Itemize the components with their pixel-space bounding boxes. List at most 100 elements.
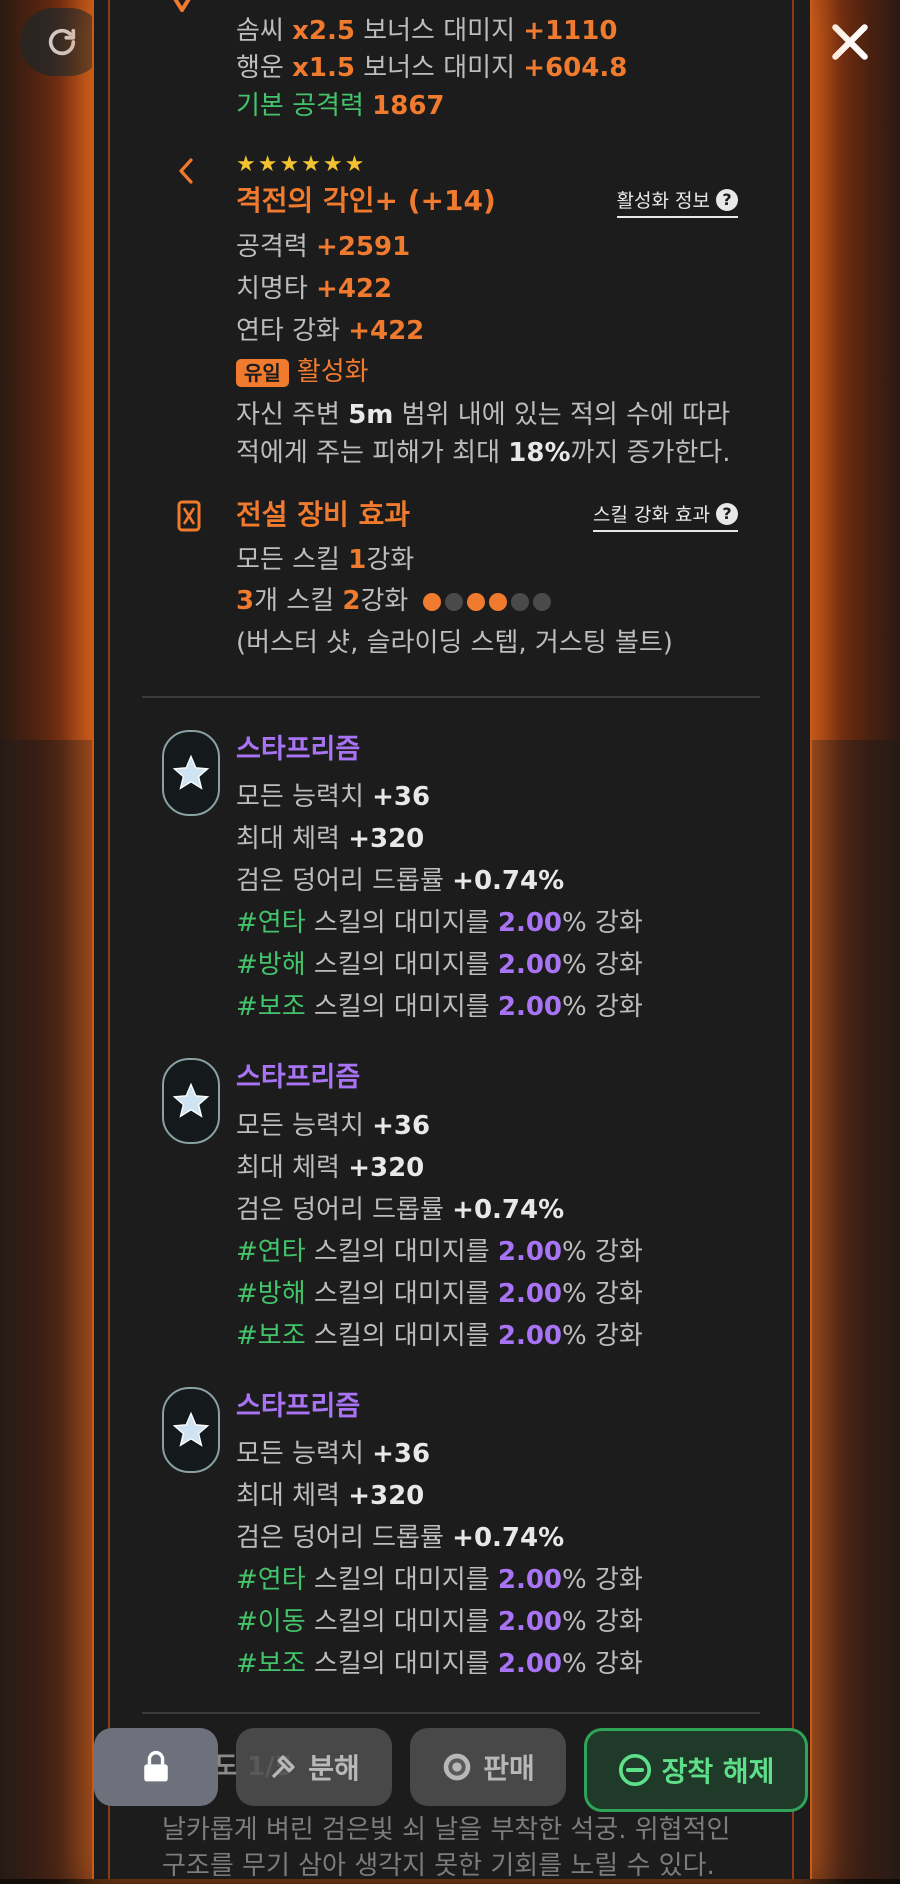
legend-line-all-skills: 모든 스킬 1강화 — [236, 543, 414, 577]
skill-desc: % 강화 — [562, 1237, 643, 1267]
prism-skill-line: #연타 스킬의 대미지를 2.00% 강화 — [236, 1235, 643, 1269]
legend-text: 개 스킬 — [254, 586, 343, 616]
action-bar: 분해 판매 장착 해제 — [0, 1728, 900, 1814]
stat-value: +422 — [348, 316, 425, 346]
stat-value: +320 — [348, 1153, 425, 1183]
stat-line-luck: 행운 x1.5 보너스 대미지 +604.8 — [236, 51, 627, 85]
skill-desc: 스킬의 대미지를 — [305, 950, 498, 980]
skill-tag: #방해 — [236, 1279, 306, 1309]
question-icon: ? — [716, 502, 738, 525]
prism-skill-line: #연타 스킬의 대미지를 2.00% 강화 — [236, 1563, 643, 1597]
skill-tag: #연타 — [236, 1565, 306, 1595]
stat-value: +0.74% — [452, 866, 565, 896]
legend-skill-list: (버스터 샷, 슬라이딩 스텝, 거스팅 볼트) — [236, 628, 673, 658]
prism-skill-line: #이동 스킬의 대미지를 2.00% 강화 — [236, 1605, 643, 1639]
stat-value: +36 — [372, 1111, 431, 1141]
skill-desc: 스킬의 대미지를 — [305, 1321, 498, 1351]
sell-label: 판매 — [483, 1752, 535, 1785]
base-attack-line: 기본 공격력 1867 — [236, 89, 445, 123]
dismantle-label: 분해 — [308, 1752, 360, 1785]
stat-label: 모든 능력치 — [236, 1439, 364, 1469]
skill-desc: 스킬의 대미지를 — [305, 1279, 498, 1309]
activation-info-link[interactable]: 활성화 정보 ? — [616, 186, 738, 218]
prism-skill-line: #보조 스킬의 대미지를 2.00% 강화 — [236, 990, 643, 1024]
skill-tag: #연타 — [236, 908, 306, 938]
sell-button[interactable]: 판매 — [410, 1728, 566, 1806]
skill-tag: #방해 — [236, 950, 306, 980]
desc-value: 18% — [508, 438, 571, 468]
chevron-left-icon[interactable] — [176, 156, 196, 186]
unequip-label: 장착 해제 — [661, 1755, 775, 1788]
skill-desc: % 강화 — [562, 950, 643, 980]
stat-value: +36 — [372, 1439, 431, 1469]
prism-gem-icon — [162, 1058, 220, 1144]
skill-desc: 스킬의 대미지를 — [305, 1565, 498, 1595]
skill-value: 2.00 — [497, 908, 563, 938]
skill-value: 2.00 — [497, 1279, 563, 1309]
skill-value: 2.00 — [497, 1237, 563, 1267]
skill-value: 2.00 — [497, 1321, 563, 1351]
section-divider — [142, 696, 760, 698]
stat-label: 솜씨 — [236, 16, 284, 46]
legend-value: 2 — [342, 586, 361, 616]
prism-skill-line: #연타 스킬의 대미지를 2.00% 강화 — [236, 906, 643, 940]
dismantle-button[interactable]: 분해 — [236, 1728, 392, 1806]
skill-enhance-info-label: 스킬 강화 효과 — [593, 504, 710, 526]
legend-line-three-skills: 3개 스킬 2강화 — [236, 584, 555, 618]
unequip-button[interactable]: 장착 해제 — [584, 1728, 808, 1812]
skill-value: 2.00 — [497, 1649, 563, 1679]
desc-text: 까지 증가한다. — [570, 438, 731, 468]
stat-label: 검은 덩어리 드롭률 — [236, 1523, 444, 1553]
prism-skill-line: #보조 스킬의 대미지를 2.00% 강화 — [236, 1647, 643, 1681]
stat-label: 최대 체력 — [236, 1481, 340, 1511]
legend-effect-title: 전설 장비 효과 — [236, 498, 411, 531]
stat-label: 검은 덩어리 드롭률 — [236, 1195, 444, 1225]
stat-value: +0.74% — [452, 1523, 565, 1553]
engraving-stat-combo: 연타 강화 +422 — [236, 314, 424, 348]
unique-activation-line: 유일 활성화 — [236, 355, 369, 389]
coin-icon — [443, 1753, 471, 1781]
prism-skill-line: #방해 스킬의 대미지를 2.00% 강화 — [236, 1277, 643, 1311]
stat-value: +604.8 — [523, 53, 628, 83]
base-attack-label: 기본 공격력 — [236, 91, 364, 121]
engraving-desc-2: 적에게 주는 피해가 최대 18%까지 증가한다. — [236, 436, 731, 470]
progress-dot-empty — [532, 592, 551, 611]
prism-max-hp: 최대 체력 +320 — [236, 822, 424, 856]
prism-skill-line: #보조 스킬의 대미지를 2.00% 강화 — [236, 1319, 643, 1353]
stat-value: +1110 — [523, 16, 618, 46]
stat-label: 최대 체력 — [236, 824, 340, 854]
stat-value: +320 — [348, 1481, 425, 1511]
prism-all-stats: 모든 능력치 +36 — [236, 1437, 430, 1471]
engraving-desc-1: 자신 주변 5m 범위 내에 있는 적의 수에 따라 — [236, 398, 730, 432]
lock-button[interactable] — [94, 1728, 218, 1806]
skill-value: 2.00 — [497, 992, 563, 1022]
stat-multiplier: x1.5 — [292, 53, 355, 83]
prism-gem-icon — [162, 730, 220, 816]
base-attack-value: 1867 — [372, 91, 445, 121]
stat-value: +0.74% — [452, 1195, 565, 1225]
skill-desc: % 강화 — [562, 908, 643, 938]
skill-desc: 스킬의 대미지를 — [305, 1607, 498, 1637]
skill-enhance-info-link[interactable]: 스킬 강화 효과 ? — [593, 500, 738, 532]
activation-info-label: 활성화 정보 — [616, 190, 710, 212]
stat-value: +422 — [316, 274, 393, 304]
refresh-icon — [48, 28, 76, 56]
enhance-progress-dots — [422, 586, 555, 616]
close-button[interactable] — [822, 14, 878, 70]
unique-badge: 유일 — [236, 359, 289, 387]
engraving-stat-attack: 공격력 +2591 — [236, 230, 410, 264]
desc-text: 범위 내에 있는 적의 수에 따라 — [393, 400, 731, 430]
skill-desc: % 강화 — [562, 992, 643, 1022]
question-icon: ? — [716, 188, 738, 211]
legend-text: 강화 — [360, 586, 409, 616]
close-icon — [832, 24, 868, 60]
prism-gem-icon — [162, 1387, 220, 1473]
legend-text: 모든 스킬 — [236, 545, 349, 575]
desc-value: 5m — [348, 400, 394, 430]
activation-label: 활성화 — [296, 357, 369, 387]
skill-desc: % 강화 — [562, 1321, 643, 1351]
prism-name: 스타프리즘 — [236, 1391, 361, 1422]
progress-dot-filled — [466, 592, 485, 611]
skill-value: 2.00 — [497, 950, 563, 980]
engraving-title: 격전의 각인+ (+14) — [236, 184, 496, 217]
